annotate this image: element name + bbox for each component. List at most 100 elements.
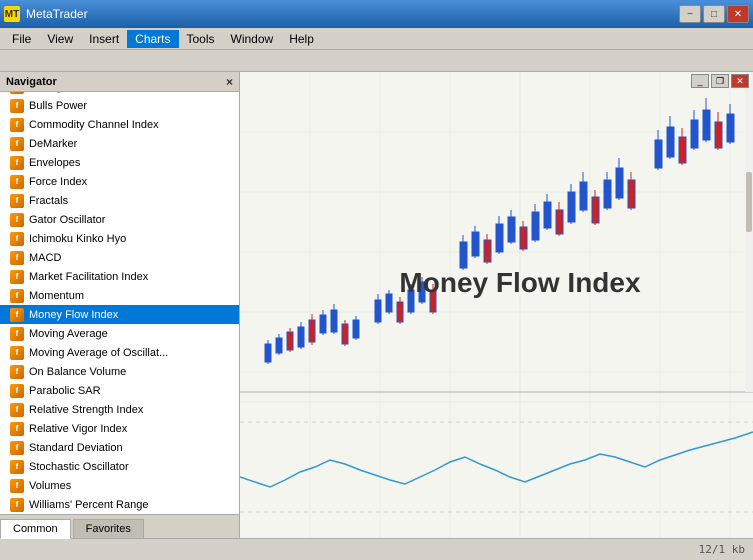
nav-item[interactable]: f Ichimoku Kinko Hyo: [0, 229, 239, 248]
nav-item-icon: f: [10, 289, 24, 303]
nav-item-label: On Balance Volume: [29, 366, 126, 378]
nav-item-label: Market Facilitation Index: [29, 271, 148, 283]
navigator-close-button[interactable]: ×: [226, 75, 233, 89]
menu-window[interactable]: Window: [223, 30, 282, 48]
nav-item-label: Parabolic SAR: [29, 385, 101, 397]
nav-item-label: Bulls Power: [29, 100, 87, 112]
chart-inner-controls: _ ❐ ✕: [691, 74, 749, 88]
title-bar-left: MT MetaTrader: [4, 6, 88, 22]
nav-item-icon: f: [10, 175, 24, 189]
nav-item-icon: f: [10, 213, 24, 227]
app-icon: MT: [4, 6, 20, 22]
nav-item-label: Money Flow Index: [29, 309, 118, 321]
navigator-header: Navigator ×: [0, 72, 239, 92]
nav-item-label: Stochastic Oscillator: [29, 461, 129, 473]
nav-item[interactable]: f Momentum: [0, 286, 239, 305]
nav-item[interactable]: f Stochastic Oscillator: [0, 457, 239, 476]
nav-item-label: Commodity Channel Index: [29, 119, 159, 131]
nav-item-label: Moving Average: [29, 328, 108, 340]
navigator-panel: Navigator × fBears PowerfBollinger Bands…: [0, 72, 240, 538]
nav-item-icon: f: [10, 365, 24, 379]
nav-item-label: Momentum: [29, 290, 84, 302]
svg-text:Money Flow Index: Money Flow Index: [399, 267, 641, 298]
nav-item-icon: f: [10, 251, 24, 265]
chart-close-btn[interactable]: ✕: [731, 74, 749, 88]
maximize-button[interactable]: □: [703, 5, 725, 23]
chart-restore-btn[interactable]: ❐: [711, 74, 729, 88]
main-content: Navigator × fBears PowerfBollinger Bands…: [0, 72, 753, 538]
chart-svg: Money Flow Index: [240, 72, 753, 538]
nav-item[interactable]: fCommodity Channel Index: [0, 115, 239, 134]
navigator-list[interactable]: fBears PowerfBollinger BandsfBulls Power…: [0, 92, 239, 514]
nav-item-label: Force Index: [29, 176, 87, 188]
nav-item[interactable]: f Market Facilitation Index: [0, 267, 239, 286]
nav-item-label: Envelopes: [29, 157, 80, 169]
close-button[interactable]: ✕: [727, 5, 749, 23]
menu-bar: File View Insert Charts Tools Window Hel…: [0, 28, 753, 50]
nav-item-icon: f: [10, 327, 24, 341]
nav-item[interactable]: f Force Index: [0, 172, 239, 191]
nav-item[interactable]: f Fractals: [0, 191, 239, 210]
nav-item[interactable]: f Moving Average of Oscillat...: [0, 343, 239, 362]
nav-item[interactable]: f Bulls Power: [0, 96, 239, 115]
nav-item[interactable]: f Volumes: [0, 476, 239, 495]
menu-file[interactable]: File: [4, 30, 39, 48]
nav-item-icon: f: [10, 384, 24, 398]
nav-item-icon: f: [10, 99, 24, 113]
nav-item-label: DeMarker: [29, 138, 77, 150]
nav-item-icon: f: [10, 422, 24, 436]
title-bar-controls: − □ ✕: [679, 5, 749, 23]
nav-item-icon: f: [10, 346, 24, 360]
navigator-tabs: Common Favorites: [0, 514, 239, 538]
status-bar: 12/1 kb: [0, 538, 753, 560]
nav-item[interactable]: fRelative Strength Index: [0, 400, 239, 419]
nav-item[interactable]: f DeMarker: [0, 134, 239, 153]
menu-help[interactable]: Help: [281, 30, 322, 48]
menu-charts[interactable]: Charts: [127, 30, 178, 48]
navigator-title: Navigator: [6, 76, 57, 88]
window-title: MetaTrader: [26, 7, 88, 21]
menu-insert[interactable]: Insert: [81, 30, 127, 48]
nav-item[interactable]: f Money Flow Index: [0, 305, 239, 324]
nav-item[interactable]: f Parabolic SAR: [0, 381, 239, 400]
nav-item-icon: f: [10, 498, 24, 512]
nav-item-icon: f: [10, 92, 24, 94]
nav-item-label: Standard Deviation: [29, 442, 123, 454]
nav-item-icon: f: [10, 460, 24, 474]
minimize-button[interactable]: −: [679, 5, 701, 23]
nav-item-label: Moving Average of Oscillat...: [29, 347, 168, 359]
nav-item-label: Fractals: [29, 195, 68, 207]
nav-item[interactable]: f Gator Oscillator: [0, 210, 239, 229]
nav-item-icon: f: [10, 403, 24, 417]
nav-item-label: Gator Oscillator: [29, 214, 105, 226]
menu-view[interactable]: View: [39, 30, 81, 48]
nav-item-icon: f: [10, 156, 24, 170]
nav-item-icon: f: [10, 441, 24, 455]
nav-item[interactable]: f Moving Average: [0, 324, 239, 343]
nav-item[interactable]: f On Balance Volume: [0, 362, 239, 381]
nav-item-icon: f: [10, 270, 24, 284]
status-right: 12/1 kb: [699, 543, 745, 556]
nav-item[interactable]: f Relative Vigor Index: [0, 419, 239, 438]
nav-item-label: Volumes: [29, 480, 71, 492]
menu-tools[interactable]: Tools: [179, 30, 223, 48]
tab-favorites[interactable]: Favorites: [73, 519, 144, 538]
nav-item[interactable]: f Williams' Percent Range: [0, 495, 239, 514]
nav-item-label: Ichimoku Kinko Hyo: [29, 233, 126, 245]
nav-item-label: Bollinger Bands: [29, 92, 106, 93]
nav-item-icon: f: [10, 194, 24, 208]
tab-common[interactable]: Common: [0, 519, 71, 539]
chart-minimize-btn[interactable]: _: [691, 74, 709, 88]
nav-item-icon: f: [10, 308, 24, 322]
nav-item-icon: f: [10, 137, 24, 151]
nav-item-label: Williams' Percent Range: [29, 499, 148, 511]
nav-item[interactable]: f Standard Deviation: [0, 438, 239, 457]
chart-area: Money Flow Index _ ❐ ✕: [240, 72, 753, 538]
nav-item-icon: f: [10, 479, 24, 493]
nav-item-icon: f: [10, 232, 24, 246]
nav-item[interactable]: f Envelopes: [0, 153, 239, 172]
nav-item[interactable]: f MACD: [0, 248, 239, 267]
toolbar: [0, 50, 753, 72]
nav-item-label: Relative Vigor Index: [29, 423, 127, 435]
nav-item-label: MACD: [29, 252, 61, 264]
